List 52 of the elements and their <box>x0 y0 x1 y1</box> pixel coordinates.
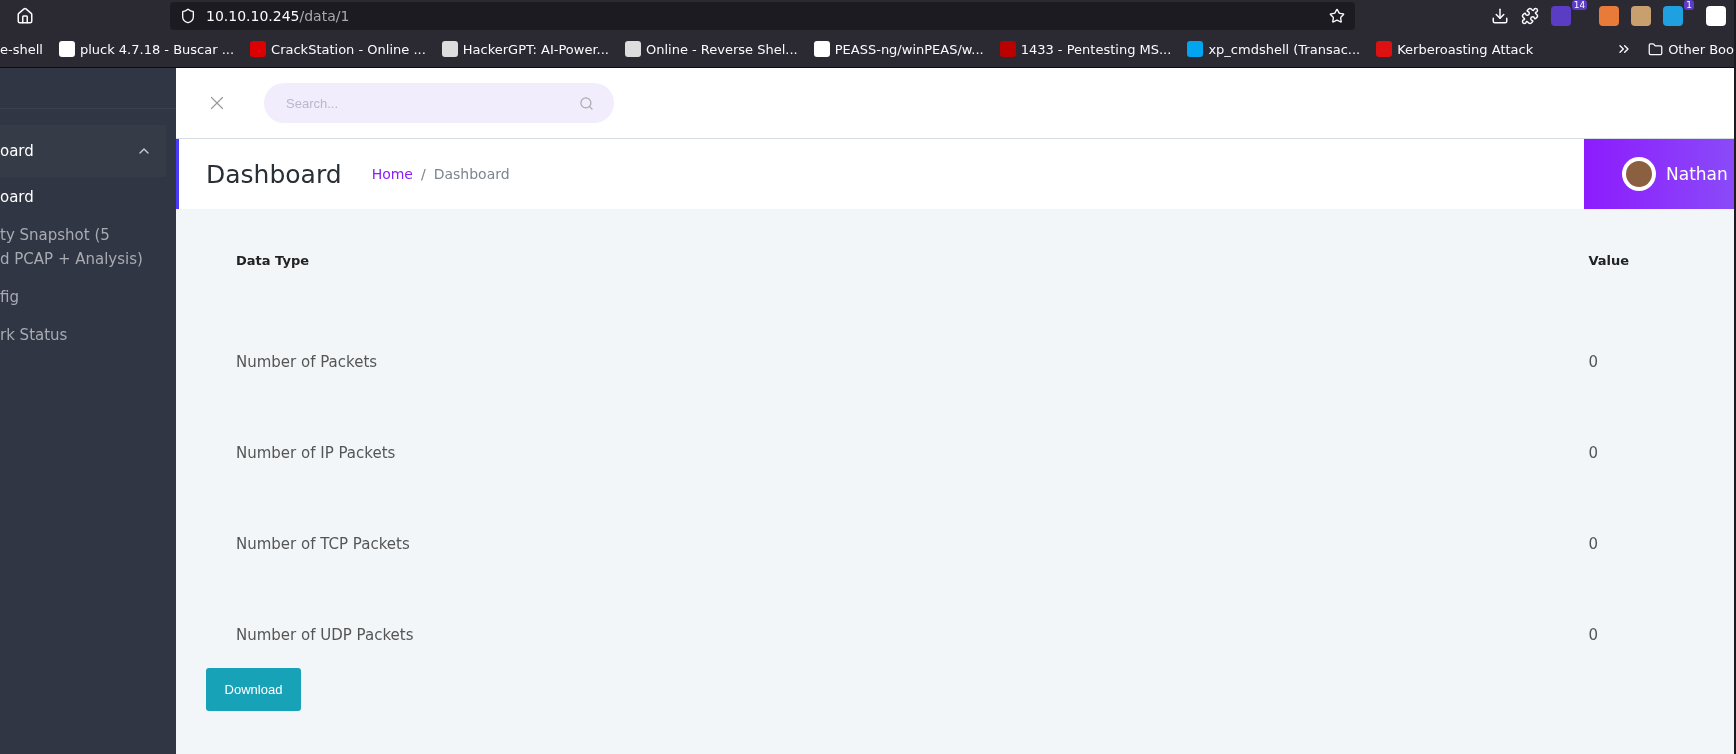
sidebar-item[interactable]: oard <box>0 185 176 209</box>
bookmark-favicon-icon <box>999 41 1016 57</box>
sidebar-item[interactable]: fig <box>0 285 176 309</box>
table-cell-text: Number of TCP Packets <box>235 533 411 555</box>
other-bookmarks-item[interactable]: Other Boo <box>1648 41 1734 57</box>
bookmark-item[interactable]: HackerGPT: AI-Power... <box>441 41 609 57</box>
table-cell-text: 0 <box>1588 533 1599 555</box>
address-bar[interactable]: 10.10.10.245/data/1 <box>170 1 1355 30</box>
bookmark-favicon-icon <box>58 41 75 57</box>
sidebar-item[interactable]: rk Status <box>0 323 176 347</box>
breadcrumb-link[interactable]: Home <box>371 166 413 182</box>
bookmark-favicon-icon <box>813 41 830 57</box>
shield-icon <box>180 7 196 24</box>
bookmark-item[interactable]: Kerberoasting Attack <box>1376 41 1534 57</box>
folder-icon <box>1648 41 1664 57</box>
bookmark-favicon-icon <box>250 41 267 57</box>
extension-icon[interactable] <box>1706 5 1726 26</box>
bookmark-item[interactable]: 1433 - Pentesting MS... <box>999 41 1172 57</box>
bookmark-item[interactable]: xp_cmdshell (Transac... <box>1187 41 1361 57</box>
column-header: Data Type <box>235 252 310 270</box>
table-cell-text: Number of IP Packets <box>235 442 397 464</box>
bookmark-item[interactable]: PEASS-ng/winPEAS/w... <box>813 41 984 57</box>
column-header: Value <box>1588 252 1631 270</box>
download-icon[interactable] <box>1490 6 1509 25</box>
url-text: 10.10.10.245/data/1 <box>206 7 351 24</box>
bookmark-favicon-icon <box>1376 41 1393 57</box>
bookmark-item[interactable]: e-shell <box>0 41 43 57</box>
bookmark-favicon-icon <box>441 41 458 57</box>
breadcrumb-current: Dashboard <box>433 166 510 182</box>
page-title: Dashboard <box>206 159 342 189</box>
bookmark-favicon-icon <box>624 41 641 57</box>
table-cell-text: 0 <box>1588 624 1599 646</box>
search-icon <box>579 95 594 111</box>
table-cell-text: 0 <box>1588 351 1599 373</box>
bookmark-item[interactable]: CrackStation - Online ... <box>250 41 426 57</box>
bookmark-item[interactable]: pluck 4.7.18 - Buscar ... <box>58 41 235 57</box>
table-cell-text: Number of UDP Packets <box>235 624 415 646</box>
extension-icon[interactable] <box>1631 5 1652 26</box>
extensions-icon[interactable] <box>1520 6 1539 25</box>
sidebar-group[interactable]: oard <box>0 125 166 177</box>
extension-badge: 1 <box>1684 0 1694 10</box>
bookmark-star-icon[interactable] <box>1329 7 1345 24</box>
sidebar-item[interactable]: ty Snapshot (5 d PCAP + Analysis) <box>0 223 176 271</box>
bookmark-favicon-icon <box>1187 41 1204 57</box>
home-icon[interactable] <box>16 6 34 25</box>
bookmark-item[interactable]: Online - Reverse Shel... <box>624 41 798 57</box>
table-cell-text: Number of Packets <box>235 351 379 373</box>
user-panel[interactable]: Nathan <box>1584 139 1734 209</box>
avatar <box>1622 157 1656 191</box>
extension-badge: 14 <box>1571 0 1588 10</box>
breadcrumb-separator: / <box>421 166 426 182</box>
table-cell-text: 0 <box>1588 442 1599 464</box>
